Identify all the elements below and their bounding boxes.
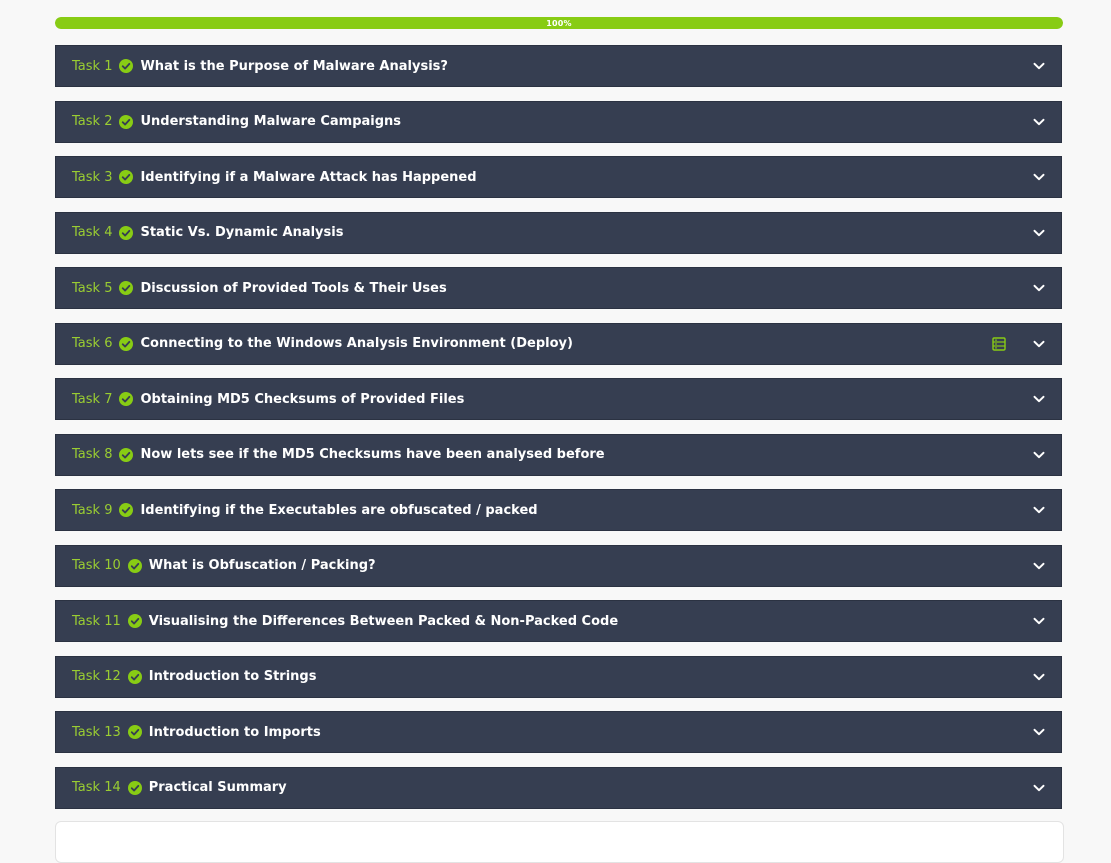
task-row[interactable]: Task 6 Connecting to the Windows Analysis… bbox=[55, 322, 1062, 365]
check-circle-icon bbox=[119, 281, 134, 295]
task-number: Task 10 bbox=[72, 558, 121, 573]
task-number: Task 7 bbox=[72, 391, 113, 407]
chevron-down-icon[interactable] bbox=[1032, 392, 1046, 406]
chevron-down-icon[interactable] bbox=[1032, 559, 1046, 573]
task-title: Static Vs. Dynamic Analysis bbox=[140, 225, 344, 240]
task-row[interactable]: Task 9 Identifying if the Executables are… bbox=[55, 489, 1062, 531]
check-circle-icon bbox=[127, 669, 142, 684]
check-circle-icon bbox=[119, 447, 134, 462]
task-number: Task 13 bbox=[72, 724, 121, 740]
check-circle-icon bbox=[119, 114, 134, 129]
task-title: Introduction to Strings bbox=[148, 669, 317, 684]
check-circle-icon bbox=[127, 780, 142, 795]
task-row[interactable]: Task 4 Static Vs. Dynamic Analysis bbox=[55, 211, 1062, 254]
chevron-down-icon[interactable] bbox=[1032, 725, 1046, 739]
check-circle-icon bbox=[127, 614, 142, 628]
bottom-card bbox=[55, 821, 1064, 863]
task-row[interactable]: Task 5 Discussion of Provided Tools & The… bbox=[55, 267, 1062, 309]
chevron-down-icon[interactable] bbox=[1032, 115, 1046, 129]
task-title: Discussion of Provided Tools & Their Use… bbox=[140, 280, 447, 296]
check-circle-icon bbox=[127, 725, 142, 739]
task-number: Task 14 bbox=[72, 780, 121, 795]
chevron-down-icon[interactable] bbox=[1032, 503, 1046, 517]
task-row[interactable]: Task 12 Introduction to Strings bbox=[55, 655, 1062, 698]
task-number: Task 3 bbox=[72, 169, 113, 185]
server-icon[interactable] bbox=[992, 336, 1006, 351]
chevron-down-icon[interactable] bbox=[1032, 226, 1046, 240]
progress-fill: 100% bbox=[55, 17, 1063, 29]
task-row[interactable]: Task 13 Introduction to Imports bbox=[55, 711, 1062, 753]
room-content: 100% Task 1 What is the Purpose of Malwar… bbox=[55, 17, 1063, 822]
task-title: Introduction to Imports bbox=[148, 724, 321, 740]
check-circle-icon bbox=[119, 503, 134, 517]
task-title: Understanding Malware Campaigns bbox=[140, 114, 402, 129]
task-row[interactable]: Task 2 Understanding Malware Campaigns bbox=[55, 100, 1062, 143]
chevron-down-icon[interactable] bbox=[1032, 170, 1046, 184]
check-circle-icon bbox=[119, 225, 134, 240]
task-number: Task 8 bbox=[72, 447, 113, 462]
task-number: Task 6 bbox=[72, 336, 113, 351]
task-row[interactable]: Task 1 What is the Purpose of Malware Ana… bbox=[55, 45, 1062, 87]
task-list: Task 1 What is the Purpose of Malware Ana… bbox=[55, 45, 1063, 809]
task-row[interactable]: Task 7 Obtaining MD5 Checksums of Provide… bbox=[55, 378, 1062, 420]
task-title: What is Obfuscation / Packing? bbox=[148, 558, 376, 573]
chevron-down-icon[interactable] bbox=[1032, 670, 1046, 684]
check-circle-icon bbox=[119, 392, 134, 406]
check-circle-icon bbox=[127, 558, 142, 573]
check-circle-icon bbox=[119, 170, 134, 184]
check-circle-icon bbox=[119, 59, 134, 73]
task-row[interactable]: Task 8 Now lets see if the MD5 Checksums … bbox=[55, 433, 1062, 476]
task-number: Task 11 bbox=[72, 613, 121, 629]
chevron-down-icon[interactable] bbox=[1032, 59, 1046, 73]
progress-bar: 100% bbox=[55, 17, 1063, 29]
task-title: Now lets see if the MD5 Checksums have b… bbox=[140, 447, 605, 462]
chevron-down-icon[interactable] bbox=[1032, 337, 1046, 351]
task-title: Connecting to the Windows Analysis Envir… bbox=[140, 336, 573, 351]
check-circle-icon bbox=[119, 336, 134, 351]
task-number: Task 1 bbox=[72, 58, 113, 74]
chevron-down-icon[interactable] bbox=[1032, 614, 1046, 628]
task-row[interactable]: Task 11 Visualising the Differences Betwe… bbox=[55, 600, 1062, 642]
task-row[interactable]: Task 14 Practical Summary bbox=[55, 766, 1062, 809]
progress-label: 100% bbox=[546, 18, 572, 28]
chevron-down-icon[interactable] bbox=[1032, 781, 1046, 795]
chevron-down-icon[interactable] bbox=[1032, 448, 1046, 462]
task-number: Task 9 bbox=[72, 502, 113, 518]
task-number: Task 5 bbox=[72, 280, 113, 296]
task-title: Identifying if a Malware Attack has Happ… bbox=[140, 169, 477, 185]
task-title: Practical Summary bbox=[148, 780, 287, 795]
task-title: What is the Purpose of Malware Analysis? bbox=[140, 58, 448, 74]
task-title: Obtaining MD5 Checksums of Provided File… bbox=[140, 391, 465, 407]
task-title: Identifying if the Executables are obfus… bbox=[140, 502, 538, 518]
task-number: Task 12 bbox=[72, 669, 121, 684]
task-row[interactable]: Task 10 What is Obfuscation / Packing? bbox=[55, 544, 1062, 587]
task-row[interactable]: Task 3 Identifying if a Malware Attack ha… bbox=[55, 156, 1062, 198]
task-number: Task 2 bbox=[72, 114, 113, 129]
task-title: Visualising the Differences Between Pack… bbox=[148, 613, 619, 629]
chevron-down-icon[interactable] bbox=[1032, 281, 1046, 295]
task-number: Task 4 bbox=[72, 225, 113, 240]
